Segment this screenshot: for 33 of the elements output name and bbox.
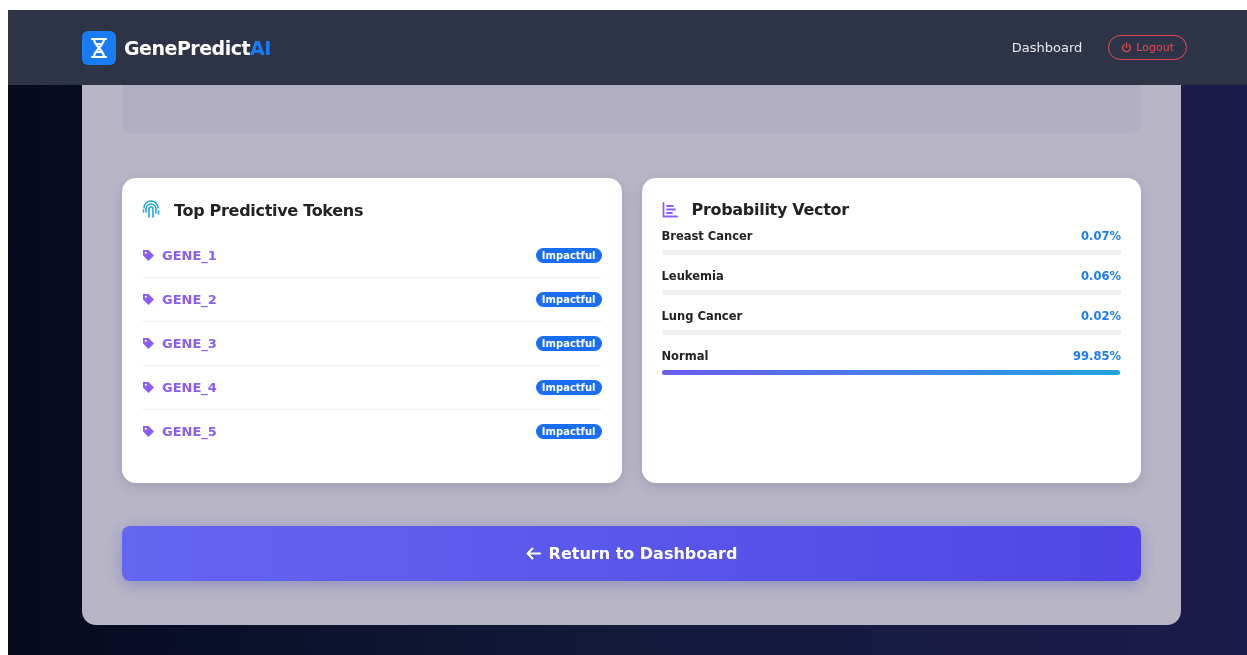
class-label: Lung Cancer (661, 309, 743, 323)
probability-value: 0.02% (1081, 309, 1121, 323)
return-button[interactable]: Return to Dashboard (122, 526, 1141, 581)
impact-badge: Impactful (535, 380, 602, 395)
arrow-left-icon (525, 547, 541, 560)
token-name: GENE_4 (162, 380, 218, 395)
tag-icon (142, 425, 155, 438)
token-name: GENE_2 (162, 292, 218, 307)
dna-logo-icon (82, 30, 116, 65)
class-label: Normal (661, 349, 709, 363)
power-icon (1121, 42, 1133, 53)
probability-value: 0.06% (1081, 269, 1121, 283)
impact-badge: Impactful (535, 424, 602, 439)
probability-value: 0.07% (1081, 229, 1121, 243)
class-label: Leukemia (661, 269, 724, 283)
fingerprint-icon (142, 200, 160, 220)
class-label: Breast Cancer (661, 229, 753, 243)
tag-icon (142, 293, 155, 306)
impact-badge: Impactful (535, 248, 602, 263)
token-name: GENE_1 (162, 248, 218, 263)
token-name: GENE_3 (162, 336, 218, 351)
brand-name: GenePredictAI (124, 36, 271, 59)
token-name: GENE_5 (162, 424, 218, 439)
probability-value: 99.85% (1073, 349, 1121, 363)
dashboard-link[interactable]: Dashboard (1011, 40, 1083, 55)
bar-chart-icon (661, 201, 678, 218)
impact-badge: Impactful (535, 292, 602, 307)
tag-icon (142, 337, 155, 350)
card-title: Top Predictive Tokens (174, 200, 364, 220)
tag-icon (142, 249, 155, 262)
card-title: Probability Vector (691, 200, 849, 219)
impact-badge: Impactful (535, 336, 602, 351)
tag-icon (142, 381, 155, 394)
